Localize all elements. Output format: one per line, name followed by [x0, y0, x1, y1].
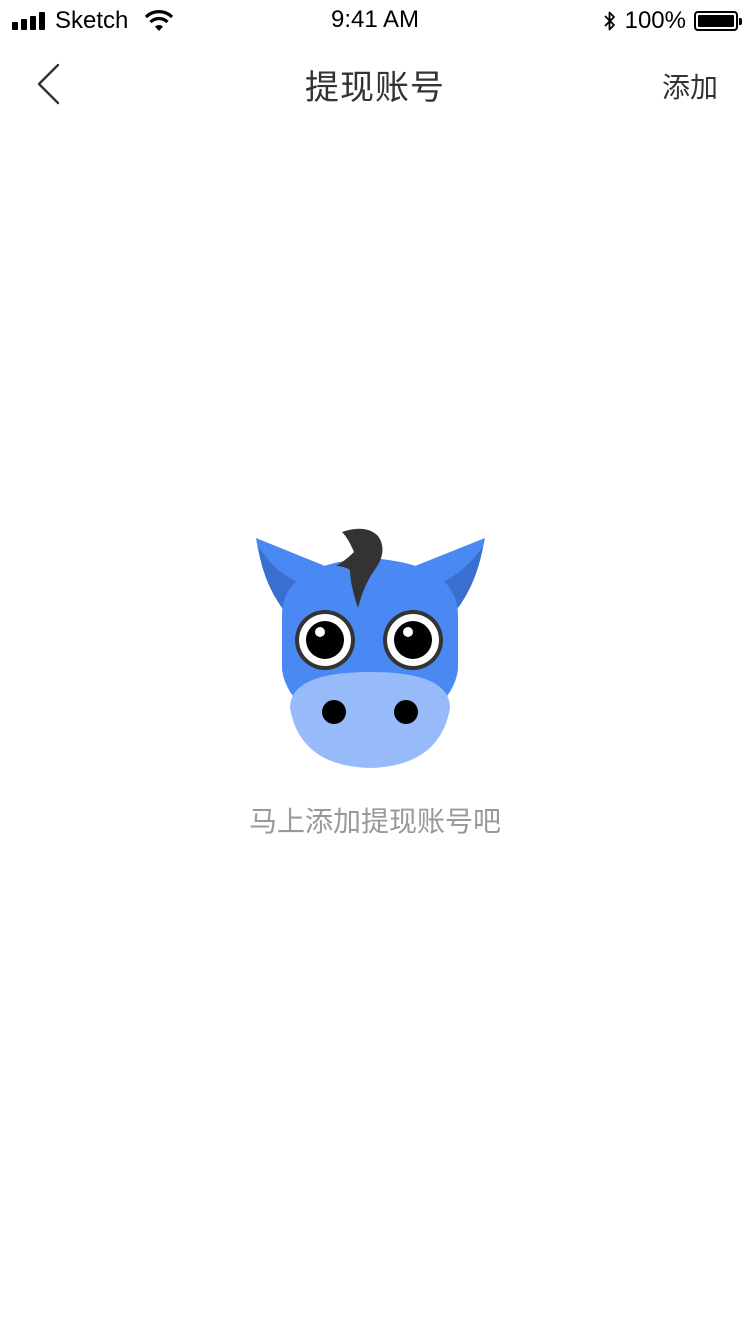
battery-icon: [694, 11, 742, 31]
right-eye-highlight: [403, 627, 413, 637]
battery-fill: [698, 15, 734, 27]
donkey-mascot-illustration: [256, 528, 485, 768]
left-eye-pupil: [306, 621, 344, 659]
add-account-button[interactable]: 添加: [662, 66, 718, 106]
bluetooth-icon: [603, 11, 615, 31]
left-nostril: [322, 700, 346, 724]
left-eye-highlight: [315, 627, 325, 637]
battery-percentage: 100%: [624, 7, 686, 34]
page-title: 提现账号: [305, 68, 445, 108]
muzzle: [290, 672, 450, 768]
navigation-bar: 提现账号 添加: [0, 40, 750, 128]
status-bar: Sketch 9:41 AM 100%: [0, 0, 750, 40]
right-eye-pupil: [394, 621, 432, 659]
empty-state-message: 马上添加提现账号吧: [248, 805, 501, 838]
status-bar-right: 100%: [603, 7, 742, 35]
right-nostril: [394, 700, 418, 724]
battery-nub: [739, 18, 742, 25]
